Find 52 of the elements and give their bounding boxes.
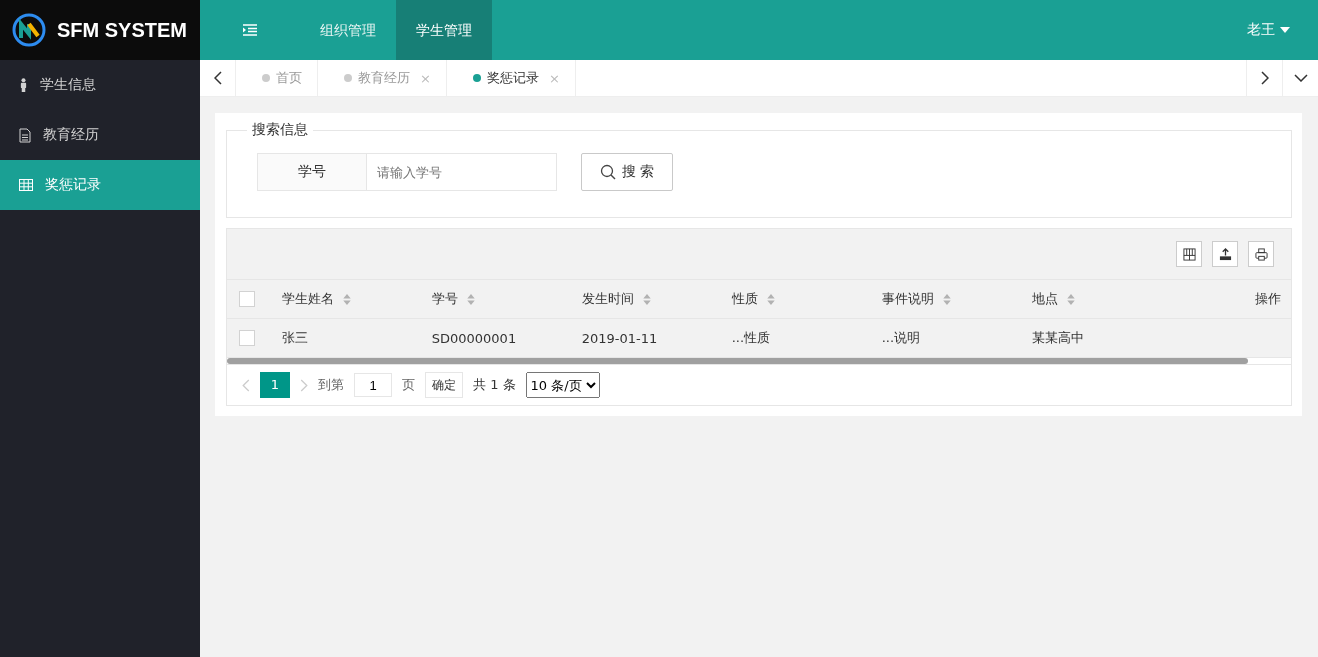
print-icon[interactable] [1248,241,1274,267]
column-header[interactable]: 事件说明 [881,290,934,308]
search-icon [600,164,616,180]
prev-page-icon[interactable] [242,378,250,392]
system-title: SFM SYSTEM [57,18,187,42]
sidebar-item[interactable]: 学生信息 [0,60,200,110]
panel-title: 搜索信息 [251,121,309,139]
column-header[interactable]: 发生时间 [581,290,634,308]
dot-icon [344,74,352,82]
sort-icon[interactable] [465,292,476,306]
sidebar-item[interactable]: 教育经历 [0,110,200,160]
sort-icon[interactable] [341,292,352,306]
page-number[interactable]: 1 [260,372,290,398]
table-cell: 张三 [281,329,308,347]
export-icon[interactable] [1212,241,1238,267]
table-cell: SD00000001 [431,330,517,346]
logo-icon [11,12,47,48]
search-button[interactable]: 搜 索 [581,153,674,191]
sort-icon[interactable] [1065,292,1076,306]
page-size-select[interactable]: 10 条/页 [525,372,600,398]
table-cell: 2019-01-11 [581,330,658,346]
sort-icon[interactable] [941,292,952,306]
document-icon [19,127,31,143]
table-cell: ...说明 [881,329,921,347]
page-input[interactable]: 1 [354,373,392,397]
table-cell: 某某高中 [1031,329,1084,347]
top-nav-item[interactable]: 学生管理 [396,0,492,60]
person-icon [19,78,28,92]
page-unit: 页 [402,376,415,394]
goto-label: 到第 [318,376,344,394]
dot-icon [262,74,270,82]
dot-icon [472,74,481,82]
caret-icon [1280,27,1290,33]
sort-icon[interactable] [641,292,652,306]
table-cell: ...性质 [731,329,771,347]
sort-icon[interactable] [765,292,776,306]
column-header[interactable]: 地点 [1031,290,1058,308]
column-header[interactable]: 学生姓名 [281,290,334,308]
row-checkbox[interactable] [238,330,255,346]
field-label: 学号 [257,153,367,191]
scrollbar[interactable] [227,358,1249,364]
select-all-checkbox[interactable] [238,291,255,307]
next-page-icon[interactable] [300,378,308,392]
student-id-field[interactable]: 请输入学号 [367,153,557,191]
columns-icon[interactable] [1176,241,1202,267]
page-tab[interactable]: 奖惩记录 × [446,60,576,96]
column-header[interactable]: 学号 [431,290,458,308]
table-icon [19,179,33,191]
column-header[interactable]: 操作 [1255,290,1281,308]
total-count: 共 1 条 [473,376,516,394]
confirm-button[interactable]: 确定 [425,372,463,398]
column-header[interactable]: 性质 [731,290,758,308]
